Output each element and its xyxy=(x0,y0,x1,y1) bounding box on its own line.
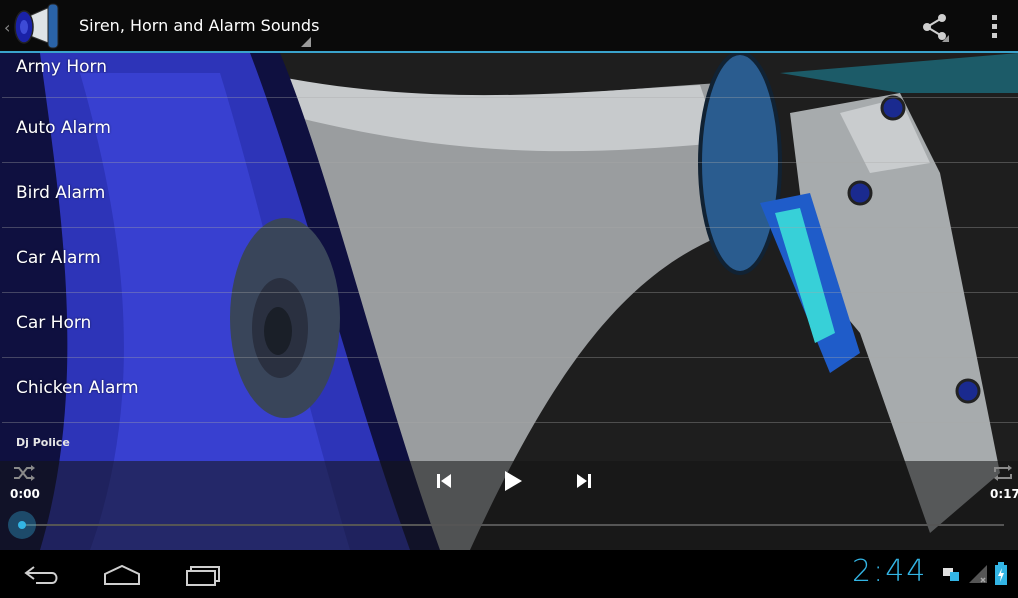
spinner-indicator-icon xyxy=(301,37,311,47)
signal-icon xyxy=(969,565,987,583)
total-time: 0:17 xyxy=(990,487,1018,501)
overflow-menu-icon[interactable] xyxy=(982,12,1006,42)
share-dropdown-indicator-icon xyxy=(942,35,949,42)
player-controls: 0:00 0:17 xyxy=(0,461,1018,550)
shuffle-icon[interactable] xyxy=(12,463,36,483)
list-item-label: Car Alarm xyxy=(16,248,101,268)
list-item-label: Bird Alarm xyxy=(16,183,106,203)
current-time: 0:00 xyxy=(10,487,40,501)
next-track-icon[interactable] xyxy=(572,469,596,493)
play-icon[interactable] xyxy=(500,467,526,495)
previous-track-icon[interactable] xyxy=(432,469,456,493)
back-icon[interactable] xyxy=(22,562,62,588)
list-item[interactable]: Army Horn xyxy=(2,53,1018,98)
content-area: Army Horn Auto Alarm Bird Alarm Car Alar… xyxy=(0,53,1018,550)
sound-list: Army Horn Auto Alarm Bird Alarm Car Alar… xyxy=(2,53,1018,423)
up-caret-icon[interactable]: ‹ xyxy=(4,18,10,37)
seek-bar[interactable] xyxy=(22,524,1004,526)
megaphone-icon[interactable] xyxy=(12,2,64,52)
battery-charging-icon xyxy=(995,562,1007,585)
now-playing-title: Dj Police xyxy=(16,436,70,449)
system-navigation-bar: 2:44 xyxy=(0,550,1018,598)
repeat-icon[interactable] xyxy=(992,463,1014,483)
list-item[interactable]: Bird Alarm xyxy=(2,163,1018,228)
list-item-label: Auto Alarm xyxy=(16,118,111,138)
home-icon[interactable] xyxy=(102,562,142,588)
list-item[interactable]: Chicken Alarm xyxy=(2,358,1018,423)
recent-apps-icon[interactable] xyxy=(184,562,222,588)
list-item-label: Chicken Alarm xyxy=(16,378,139,398)
list-item[interactable]: Auto Alarm xyxy=(2,98,1018,163)
screen-notification-icon[interactable] xyxy=(942,566,960,582)
seek-thumb[interactable] xyxy=(8,511,36,539)
list-item[interactable]: Car Horn xyxy=(2,293,1018,358)
list-item-label: Car Horn xyxy=(16,313,92,333)
action-bar: ‹ Siren, Horn and Alarm Sounds xyxy=(0,0,1018,53)
app-title[interactable]: Siren, Horn and Alarm Sounds xyxy=(79,16,319,35)
list-item-label: Army Horn xyxy=(16,57,107,77)
list-item[interactable]: Car Alarm xyxy=(2,228,1018,293)
clock: 2:44 xyxy=(852,554,928,589)
